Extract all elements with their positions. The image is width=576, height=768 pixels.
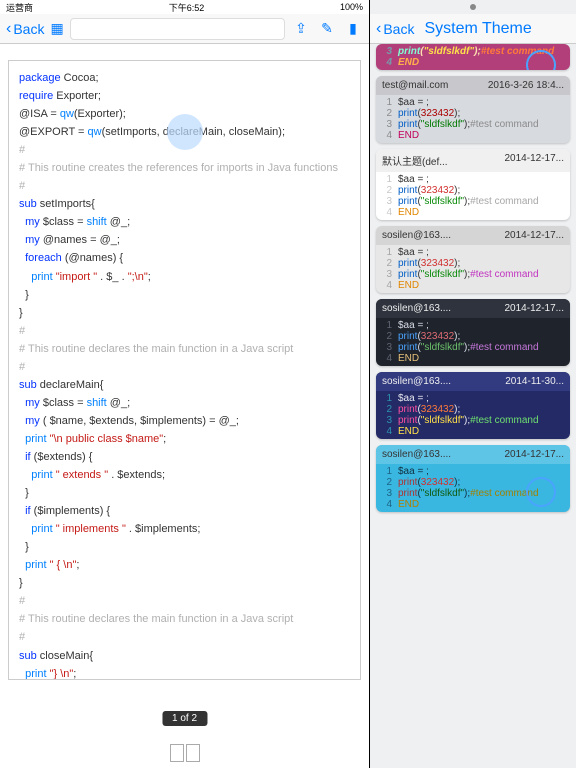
edit-icon[interactable]: ✎ [317, 20, 337, 37]
card-date: 2014-12-17... [505, 153, 565, 168]
grid-icon[interactable]: ▦ [50, 20, 63, 37]
back-label-right: Back [383, 21, 414, 37]
card-user: 默认主题(def... [382, 153, 448, 168]
card-date: 2016-3-26 18:4... [488, 80, 564, 91]
code-area: package Cocoa;require Exporter;@ISA = qw… [0, 44, 369, 768]
status-bar-right [370, 0, 576, 14]
card-user: sosilen@163.... [382, 449, 451, 460]
theme-card[interactable]: sosilen@163.... 2014-11-30... 1$aa = ;2p… [376, 372, 570, 439]
theme-card[interactable]: sosilen@163.... 2014-12-17... 1$aa = ;2p… [376, 299, 570, 366]
theme-card[interactable]: 3print("sldfslkdf");#test command4END [376, 44, 570, 70]
back-button-left[interactable]: ‹ Back [6, 20, 44, 38]
chevron-left-icon: ‹ [376, 20, 381, 38]
card-date: 2014-12-17... [505, 449, 565, 460]
page-thumbnails[interactable] [170, 744, 200, 762]
card-user: sosilen@163.... [382, 376, 451, 387]
card-date: 2014-12-17... [505, 230, 565, 241]
speaker-icon [470, 4, 476, 10]
back-label: Back [13, 21, 44, 37]
card-user: sosilen@163.... [382, 303, 451, 314]
code-sheet[interactable]: package Cocoa;require Exporter;@ISA = qw… [8, 60, 361, 680]
url-field[interactable] [70, 18, 285, 40]
status-time: 下午6:52 [169, 1, 205, 14]
status-carrier: 运营商 [6, 1, 33, 14]
theme-card[interactable]: sosilen@163.... 2014-12-17... 1$aa = ;2p… [376, 226, 570, 293]
share-icon[interactable]: ⇪ [291, 20, 311, 37]
left-pane: 运营商 下午6:52 100% ‹ Back ▦ ⇪ ✎ ▮ package C… [0, 0, 370, 768]
chevron-left-icon: ‹ [6, 20, 11, 38]
target-icon [526, 477, 556, 507]
bookmark-icon[interactable]: ▮ [343, 20, 363, 37]
theme-card[interactable]: test@mail.com 2016-3-26 18:4... 1$aa = ;… [376, 76, 570, 143]
status-bar-left: 运营商 下午6:52 100% [0, 0, 369, 14]
theme-list[interactable]: 3print("sldfslkdf");#test command4END te… [370, 44, 576, 768]
card-user: test@mail.com [382, 80, 448, 91]
navbar-right: ‹ Back System Theme [370, 14, 576, 44]
navbar-left: ‹ Back ▦ ⇪ ✎ ▮ [0, 14, 369, 44]
float-button[interactable] [167, 114, 203, 150]
back-button-right[interactable]: ‹ Back [376, 20, 414, 38]
card-date: 2014-12-17... [505, 303, 565, 314]
card-user: sosilen@163.... [382, 230, 451, 241]
page-badge: 1 of 2 [162, 711, 207, 726]
status-battery: 100% [340, 2, 363, 12]
theme-card[interactable]: sosilen@163.... 2014-12-17... 1$aa = ;2p… [376, 445, 570, 512]
theme-card[interactable]: 默认主题(def... 2014-12-17... 1$aa = ;2print… [376, 149, 570, 220]
right-pane: ‹ Back System Theme 3print("sldfslkdf");… [370, 0, 576, 768]
card-date: 2014-11-30... [505, 376, 564, 387]
page-title: System Theme [424, 20, 531, 38]
